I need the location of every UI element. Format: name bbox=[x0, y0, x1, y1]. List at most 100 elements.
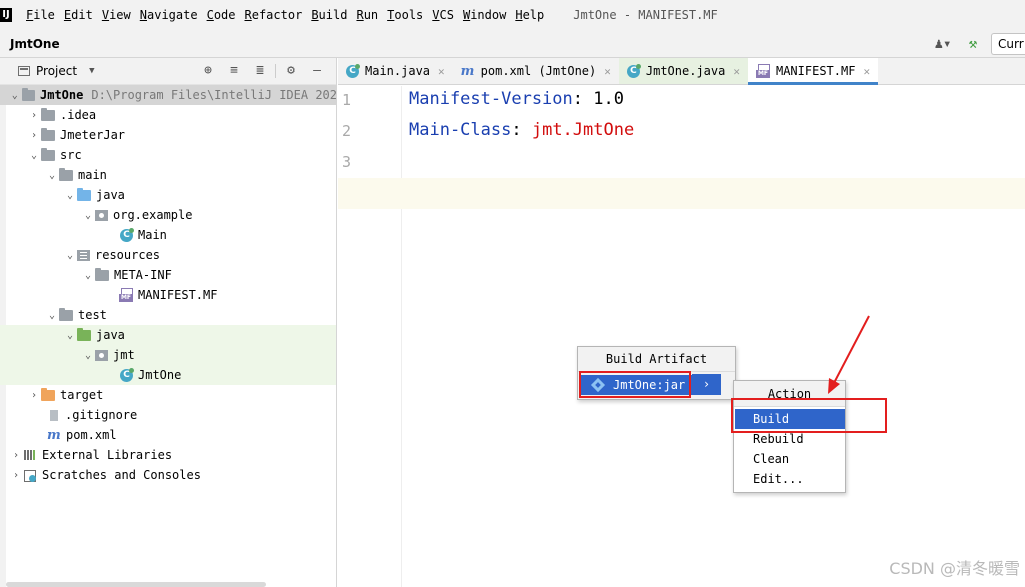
folder-icon bbox=[41, 107, 55, 121]
panel-tools: ⊕ ≡ ≣ ⚙ — bbox=[195, 62, 330, 80]
tree-node-external-libraries[interactable]: › External Libraries bbox=[0, 445, 336, 465]
chevron-down-icon[interactable]: ⌄ bbox=[63, 190, 77, 201]
line-number: 3 bbox=[342, 153, 352, 171]
class-icon: C bbox=[120, 367, 134, 382]
line-number-gutter: 1 2 3 4 bbox=[338, 86, 402, 587]
tree-node-gitignore[interactable]: .gitignore bbox=[0, 405, 336, 425]
chevron-down-icon[interactable]: ⌄ bbox=[8, 90, 22, 101]
tree-node-org-example[interactable]: ⌄ org.example bbox=[0, 205, 336, 225]
chevron-right-icon[interactable]: › bbox=[27, 390, 41, 401]
chevron-down-icon[interactable]: ⌄ bbox=[63, 330, 77, 341]
tree-node-jmtone-class[interactable]: C JmtOne bbox=[0, 365, 336, 385]
menu-vcs[interactable]: VCS bbox=[432, 8, 454, 22]
close-icon[interactable]: ✕ bbox=[604, 65, 611, 78]
chevron-down-icon[interactable]: ⌄ bbox=[81, 270, 95, 281]
class-icon: C bbox=[120, 227, 134, 242]
chevron-right-icon[interactable]: › bbox=[9, 470, 23, 481]
chevron-down-icon[interactable]: ⌄ bbox=[81, 350, 95, 361]
collapse-all-icon[interactable]: ≣ bbox=[247, 62, 273, 80]
tree-node-label: Scratches and Consoles bbox=[42, 468, 201, 482]
menu-build[interactable]: Build bbox=[311, 8, 347, 22]
tree-node-pom[interactable]: m pom.xml bbox=[0, 425, 336, 445]
tree-node-src[interactable]: ⌄ src bbox=[0, 145, 336, 165]
expand-all-icon[interactable]: ≡ bbox=[221, 62, 247, 80]
manifest-file-icon bbox=[755, 64, 770, 78]
menu-tools[interactable]: Tools bbox=[387, 8, 423, 22]
chevron-down-icon[interactable]: ⌄ bbox=[63, 250, 77, 261]
tab-main-java[interactable]: C Main.java ✕ bbox=[338, 58, 453, 84]
chevron-down-icon[interactable]: ▼ bbox=[89, 66, 94, 76]
tree-node-target[interactable]: › target bbox=[0, 385, 336, 405]
menu-file[interactable]: File bbox=[26, 8, 55, 22]
tree-node-main-class[interactable]: C Main bbox=[0, 225, 336, 245]
menu-run[interactable]: Run bbox=[356, 8, 378, 22]
window-title: JmtOne - MANIFEST.MF bbox=[573, 8, 718, 22]
locate-icon[interactable]: ⊕ bbox=[195, 62, 221, 80]
chevron-down-icon[interactable]: ⌄ bbox=[45, 310, 59, 321]
project-view-title[interactable]: Project bbox=[36, 64, 77, 78]
menu-refactor[interactable]: Refactor bbox=[245, 8, 303, 22]
close-icon[interactable]: ✕ bbox=[863, 65, 870, 78]
menu-navigate[interactable]: Navigate bbox=[140, 8, 198, 22]
editor-area: C Main.java ✕ m pom.xml (JmtOne) ✕ C Jmt… bbox=[338, 58, 1025, 587]
class-icon: C bbox=[346, 63, 360, 78]
tree-node-meta-inf[interactable]: ⌄ META-INF bbox=[0, 265, 336, 285]
close-icon[interactable]: ✕ bbox=[438, 65, 445, 78]
maven-icon: m bbox=[47, 427, 61, 443]
tree-node-test[interactable]: ⌄ test bbox=[0, 305, 336, 325]
source-folder-icon bbox=[77, 187, 91, 201]
user-icon[interactable]: ♟▾ bbox=[931, 35, 955, 53]
action-clean[interactable]: Clean bbox=[735, 449, 845, 469]
tab-manifest-mf[interactable]: MANIFEST.MF ✕ bbox=[747, 58, 879, 85]
class-icon: C bbox=[626, 63, 641, 78]
scratches-icon bbox=[23, 469, 37, 482]
tree-node-label: pom.xml bbox=[66, 428, 117, 442]
horizontal-scrollbar[interactable] bbox=[6, 582, 266, 587]
menu-window[interactable]: Window bbox=[463, 8, 506, 22]
toolbar-right: ♟▾ ⚒ Curr bbox=[931, 33, 1025, 55]
tree-node-jmtone-root[interactable]: ⌄ JmtOne D:\Program Files\IntelliJ IDEA … bbox=[0, 85, 336, 105]
tree-node-label: External Libraries bbox=[42, 448, 173, 462]
tree-node-scratches[interactable]: › Scratches and Consoles bbox=[0, 465, 336, 485]
code-editor[interactable]: Manifest-Version: 1.0 Main-Class: jmt.Jm… bbox=[338, 86, 1025, 587]
tab-pom-xml[interactable]: m pom.xml (JmtOne) ✕ bbox=[453, 58, 619, 84]
hammer-icon[interactable]: ⚒ bbox=[963, 35, 983, 53]
tree-node-manifest[interactable]: MANIFEST.MF bbox=[0, 285, 336, 305]
menu-bar: IJ File Edit View Navigate Code Refactor… bbox=[0, 0, 1025, 30]
library-icon bbox=[23, 449, 37, 461]
tree-node-label: JmtOne bbox=[40, 88, 84, 102]
close-icon[interactable]: ✕ bbox=[733, 65, 740, 78]
chevron-right-icon[interactable]: › bbox=[9, 450, 23, 461]
menu-view[interactable]: View bbox=[102, 8, 131, 22]
project-panel-header: Project ▼ ⊕ ≡ ≣ ⚙ — bbox=[0, 58, 336, 85]
chevron-down-icon[interactable]: ⌄ bbox=[45, 170, 59, 181]
tree-node-label: .idea bbox=[60, 108, 97, 122]
breadcrumb-project[interactable]: JmtOne bbox=[10, 37, 60, 51]
menu-help[interactable]: Help bbox=[515, 8, 544, 22]
tree-node-idea[interactable]: › .idea bbox=[0, 105, 336, 125]
manifest-value: 1.0 bbox=[593, 89, 624, 109]
tree-node-jmt[interactable]: ⌄ jmt bbox=[0, 345, 336, 365]
run-configuration-select[interactable]: Curr bbox=[991, 33, 1025, 55]
menu-edit[interactable]: Edit bbox=[64, 8, 93, 22]
tree-node-label: JmeterJar bbox=[60, 128, 126, 142]
tree-node-main-java[interactable]: ⌄ java bbox=[0, 185, 336, 205]
minimize-icon[interactable]: — bbox=[304, 62, 330, 80]
submenu-arrow-button[interactable]: › bbox=[692, 374, 721, 394]
chevron-right-icon[interactable]: › bbox=[27, 110, 41, 121]
tree-node-main[interactable]: ⌄ main bbox=[0, 165, 336, 185]
tree-node-jmeterjar[interactable]: › JmeterJar bbox=[0, 125, 336, 145]
tree-node-test-java[interactable]: ⌄ java bbox=[0, 325, 336, 345]
tab-label: pom.xml (JmtOne) bbox=[480, 64, 597, 78]
manifest-key: Main-Class bbox=[409, 120, 512, 140]
menu-code[interactable]: Code bbox=[207, 8, 236, 22]
tab-label: Main.java bbox=[365, 64, 431, 78]
chevron-right-icon[interactable]: › bbox=[27, 130, 41, 141]
tab-jmtone-java[interactable]: C JmtOne.java ✕ bbox=[618, 58, 748, 84]
chevron-down-icon[interactable]: ⌄ bbox=[81, 210, 95, 221]
tree-node-resources[interactable]: ⌄ resources bbox=[0, 245, 336, 265]
action-edit[interactable]: Edit... bbox=[735, 469, 845, 489]
chevron-down-icon[interactable]: ⌄ bbox=[27, 150, 41, 161]
gear-icon[interactable]: ⚙ bbox=[278, 62, 304, 80]
line-number: 2 bbox=[342, 122, 352, 140]
